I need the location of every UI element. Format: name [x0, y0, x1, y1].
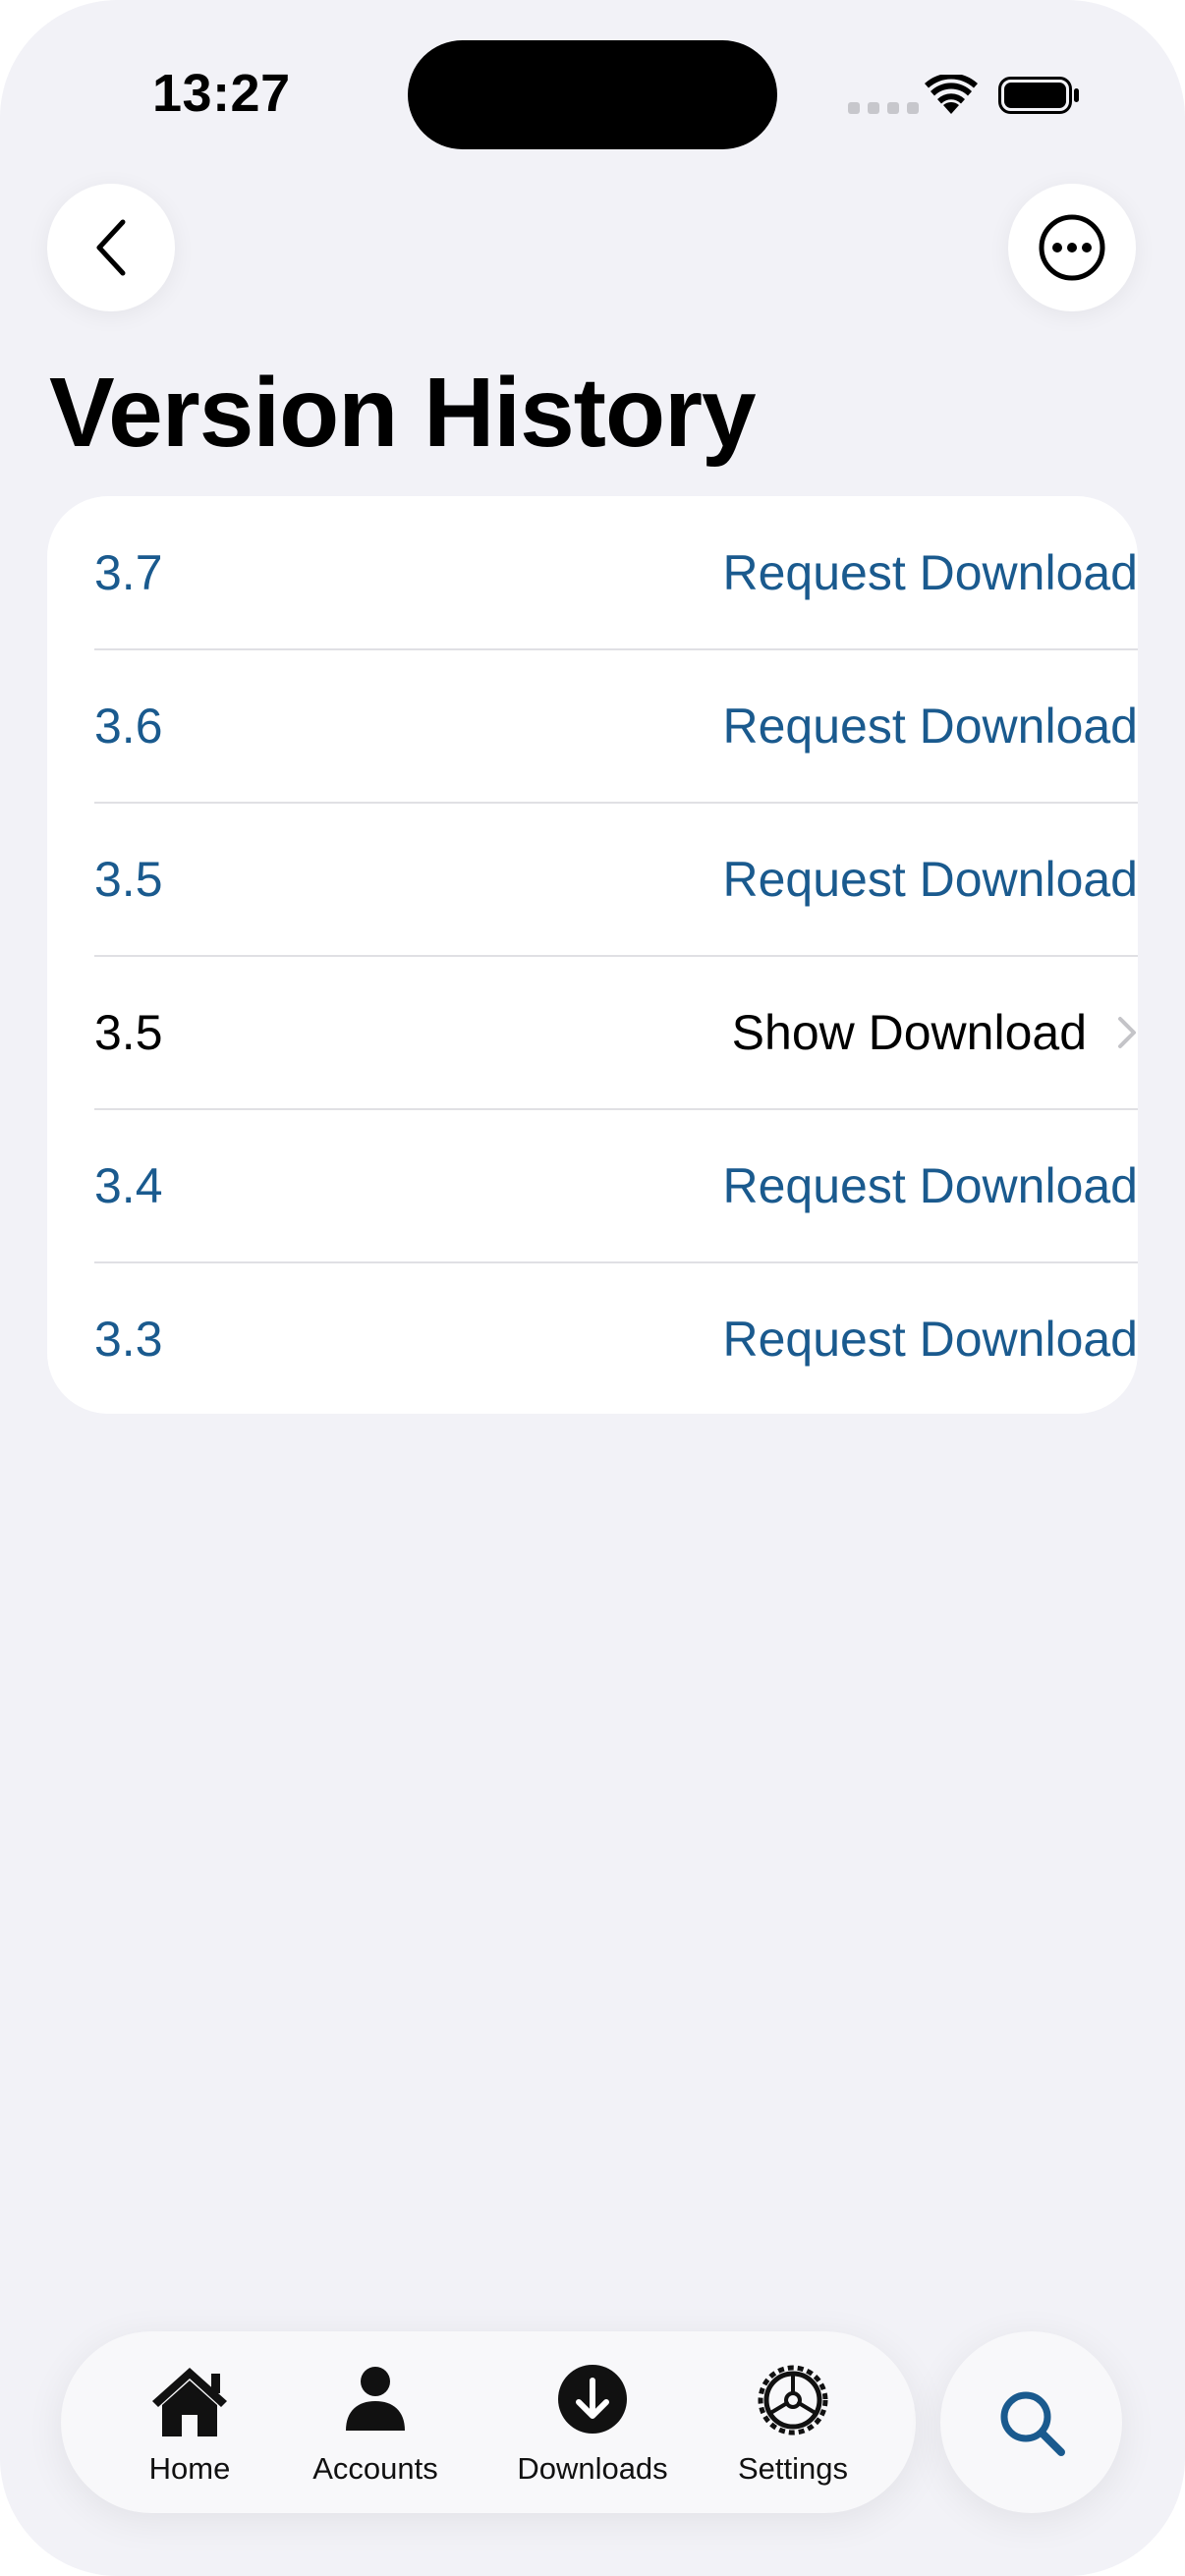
chevron-right-icon — [1118, 1017, 1136, 1048]
version-row[interactable]: 3.4 Request Download — [94, 1109, 1138, 1262]
tab-label: Downloads — [517, 2451, 668, 2486]
tab-home[interactable]: Home — [116, 2331, 263, 2513]
version-row[interactable]: 3.7 Request Download — [94, 496, 1138, 649]
version-label: 3.5 — [94, 852, 163, 907]
request-download-button[interactable]: Request Download — [723, 698, 1139, 755]
search-button[interactable] — [940, 2331, 1122, 2513]
tab-accounts[interactable]: Accounts — [302, 2331, 449, 2513]
request-download-button[interactable]: Request Download — [723, 851, 1139, 908]
request-download-button[interactable]: Request Download — [723, 544, 1139, 601]
tab-bar: Home Accounts Downloads Settings — [61, 2331, 916, 2513]
status-time: 13:27 — [152, 64, 291, 123]
version-row[interactable]: 3.5 Request Download — [94, 803, 1138, 956]
version-list: 3.7 Request Download 3.6 Request Downloa… — [47, 496, 1138, 1414]
battery-icon — [998, 77, 1079, 114]
tab-label: Home — [148, 2451, 231, 2486]
dynamic-island — [408, 40, 777, 149]
version-row-downloaded[interactable]: 3.5 Show Download — [94, 956, 1138, 1109]
version-label: 3.4 — [94, 1158, 163, 1213]
search-icon — [1000, 2391, 1065, 2456]
download-circle-icon — [558, 2365, 627, 2434]
version-label: 3.3 — [94, 1312, 163, 1367]
house-icon — [152, 2368, 227, 2436]
gear-icon — [758, 2365, 828, 2436]
more-options-button[interactable] — [1008, 184, 1136, 311]
version-label: 3.7 — [94, 545, 163, 600]
request-download-button[interactable]: Request Download — [723, 1311, 1139, 1368]
person-icon — [346, 2367, 405, 2431]
tab-label: Settings — [737, 2451, 848, 2486]
request-download-button[interactable]: Request Download — [723, 1157, 1139, 1214]
phone-screen: 13:27 Version History 3.7 Request Downlo… — [0, 0, 1185, 2576]
version-row[interactable]: 3.6 Request Download — [94, 649, 1138, 803]
version-label: 3.6 — [94, 699, 163, 754]
show-download-link[interactable]: Show Download — [732, 1004, 1138, 1061]
version-label: 3.5 — [94, 1005, 163, 1060]
wifi-icon — [925, 75, 978, 114]
ellipsis-circle-icon — [1039, 214, 1105, 281]
back-button[interactable] — [47, 184, 175, 311]
version-row[interactable]: 3.3 Request Download — [94, 1262, 1138, 1414]
chevron-left-icon — [96, 219, 126, 276]
tab-settings[interactable]: Settings — [719, 2331, 867, 2513]
tab-label: Accounts — [312, 2451, 438, 2486]
show-download-label: Show Download — [731, 1005, 1087, 1060]
page-title: Version History — [49, 358, 757, 468]
tab-downloads[interactable]: Downloads — [509, 2331, 676, 2513]
cellular-signal-icon — [848, 102, 919, 114]
